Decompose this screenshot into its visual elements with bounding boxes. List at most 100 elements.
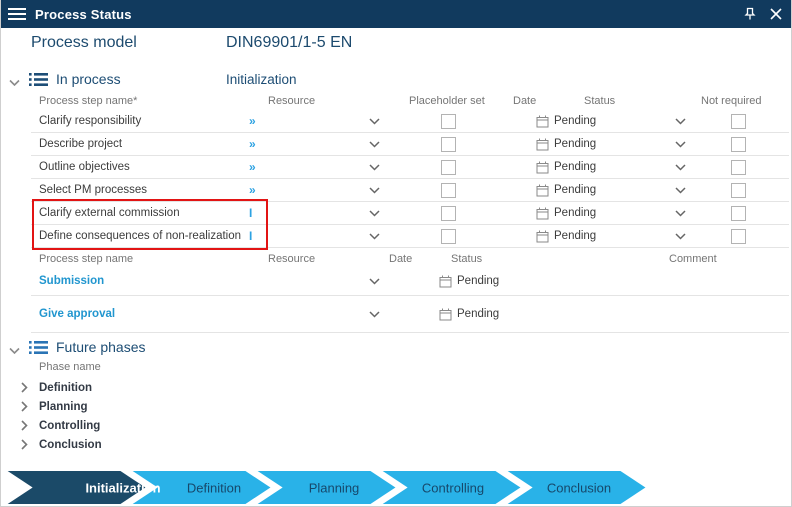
col-status: Status [451,253,483,265]
status-dropdown[interactable]: Pending [536,156,596,178]
col-comment: Comment [669,253,717,265]
calendar-icon [536,230,549,242]
calendar-icon [536,115,549,127]
not-required-checkbox[interactable] [731,182,746,198]
placeholder-checkbox[interactable] [441,159,456,175]
status-dropdown[interactable]: Pending [536,179,596,201]
placeholder-checkbox[interactable] [441,182,456,198]
chevron-right-icon[interactable] [21,420,28,431]
resource-dropdown-icon[interactable] [369,267,380,295]
not-required-checkbox[interactable] [731,228,746,244]
status-dropdown-icon[interactable] [675,133,686,155]
status-value: Pending [457,275,500,287]
col-date: Date [389,253,413,265]
not-required-checkbox[interactable] [731,113,746,129]
table-row: Select PM processes » Pending [31,179,789,202]
step-name: Clarify responsibility [39,115,142,127]
status-dropdown[interactable]: Pending [536,133,596,155]
status-value: Pending [554,230,597,242]
table-row: Describe project » Pending [31,133,789,156]
status-dropdown[interactable]: Pending [536,225,596,247]
table-row-highlighted: Define consequences of non-realization I… [31,225,789,248]
phase-bar-label: Planning [309,481,360,496]
milestone-link[interactable]: Submission [39,267,104,295]
resource-dropdown-icon[interactable] [369,133,380,155]
calendar-icon [536,161,549,173]
status-dropdown-icon[interactable] [675,179,686,201]
close-icon[interactable] [768,6,784,22]
status-value: Pending [554,207,597,219]
in-process-section-header: In process Initialization [1,70,791,92]
menu-icon[interactable] [8,8,26,20]
phase-bar-label: Definition [187,481,241,496]
chevron-down-icon[interactable] [9,342,20,360]
resource-link[interactable]: I [249,225,252,247]
resource-dropdown-icon[interactable] [369,156,380,178]
milestones-table-header: Process step name Resource Date Status C… [1,253,791,267]
milestone-link[interactable]: Give approval [39,296,115,332]
list-item: Conclusion [1,435,791,454]
status-dropdown[interactable]: Pending [439,296,499,332]
phase-name: Planning [39,400,88,413]
chevron-right-icon[interactable] [21,382,28,393]
col-process-step-name: Process step name* [39,95,138,107]
col-not-required: Not required [701,95,762,107]
table-row: Give approval Pending [31,296,789,333]
process-model-label: Process model [31,34,137,51]
process-status-panel: Process Status Process model DIN69901/1-… [0,0,792,507]
step-name: Describe project [39,138,123,150]
phase-bar-label: Conclusion [547,481,611,496]
status-dropdown-icon[interactable] [675,202,686,224]
placeholder-checkbox[interactable] [441,136,456,152]
step-name: Clarify external commission [39,207,180,219]
placeholder-checkbox[interactable] [441,228,456,244]
col-resource: Resource [268,253,316,265]
in-process-title: In process [56,71,121,87]
phase-name: Controlling [39,419,101,432]
future-phases-section-header: Future phases [1,338,791,360]
resource-link[interactable]: » [249,110,256,132]
list-icon [29,340,48,360]
not-required-checkbox[interactable] [731,159,746,175]
placeholder-checkbox[interactable] [441,205,456,221]
future-phases-title: Future phases [56,339,146,355]
resource-link[interactable]: » [249,156,256,178]
calendar-icon [439,275,452,287]
phase-name: Definition [39,381,93,394]
resource-link[interactable]: I [249,202,252,224]
calendar-icon [536,184,549,196]
chevron-right-icon[interactable] [21,439,28,450]
table-row: Outline objectives » Pending [31,156,789,179]
table-row: Submission Pending [31,267,789,296]
status-dropdown[interactable]: Pending [536,110,596,132]
chevron-down-icon[interactable] [9,74,20,92]
table-row-highlighted: Clarify external commission I Pending [31,202,789,225]
resource-dropdown-icon[interactable] [369,179,380,201]
future-phases-header: Phase name [1,361,791,375]
status-dropdown[interactable]: Pending [439,267,499,295]
calendar-icon [439,308,452,320]
list-icon [29,72,48,92]
status-dropdown[interactable]: Pending [536,202,596,224]
not-required-checkbox[interactable] [731,205,746,221]
col-date: Date [513,95,537,107]
status-dropdown-icon[interactable] [675,225,686,247]
resource-dropdown-icon[interactable] [369,202,380,224]
list-item: Definition [1,378,791,397]
resource-link[interactable]: » [249,179,256,201]
status-dropdown-icon[interactable] [675,110,686,132]
placeholder-checkbox[interactable] [441,113,456,129]
status-value: Pending [554,138,597,150]
phase-progress-bar: Initialization Definition Planning Contr… [1,467,791,506]
phase-name: Conclusion [39,438,102,451]
window-title: Process Status [35,6,132,22]
pin-icon[interactable] [742,6,758,22]
not-required-checkbox[interactable] [731,136,746,152]
status-dropdown-icon[interactable] [675,156,686,178]
chevron-right-icon[interactable] [21,401,28,412]
resource-dropdown-icon[interactable] [369,110,380,132]
resource-dropdown-icon[interactable] [369,296,380,332]
col-placeholder-set: Placeholder set [409,95,485,107]
resource-dropdown-icon[interactable] [369,225,380,247]
resource-link[interactable]: » [249,133,256,155]
